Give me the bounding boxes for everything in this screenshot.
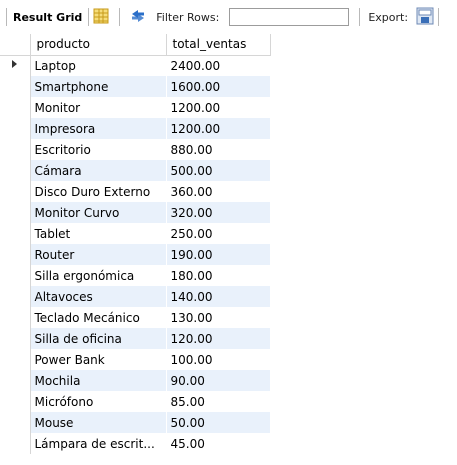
row-header[interactable] xyxy=(0,412,31,433)
cell-total-ventas[interactable]: 320.00 xyxy=(166,202,270,223)
cell-total-ventas[interactable]: 140.00 xyxy=(166,286,270,307)
cell-total-ventas[interactable]: 130.00 xyxy=(166,307,270,328)
cell-producto[interactable]: Tablet xyxy=(30,223,166,244)
cell-producto[interactable]: Lámpara de escrit... xyxy=(30,433,166,454)
table-row[interactable]: Altavoces 140.00 xyxy=(0,286,270,307)
cell-total-ventas[interactable]: 500.00 xyxy=(166,160,270,181)
grid-icon[interactable] xyxy=(93,8,109,27)
row-header[interactable] xyxy=(0,202,31,223)
cell-producto[interactable]: Silla de oficina xyxy=(30,328,166,349)
row-header[interactable] xyxy=(0,181,31,202)
header-row: producto total_ventas xyxy=(0,34,271,56)
cell-total-ventas[interactable]: 2400.00 xyxy=(166,55,270,76)
cell-total-ventas[interactable]: 90.00 xyxy=(166,370,270,391)
toolbar-separator xyxy=(88,8,90,26)
row-header[interactable] xyxy=(0,307,31,328)
refresh-arrows-icon[interactable] xyxy=(130,8,146,27)
cell-producto[interactable]: Monitor Curvo xyxy=(30,202,166,223)
row-header[interactable] xyxy=(0,118,31,139)
cell-total-ventas[interactable]: 85.00 xyxy=(166,391,270,412)
column-header-producto[interactable]: producto xyxy=(30,34,167,56)
cell-producto[interactable]: Disco Duro Externo xyxy=(30,181,166,202)
table-row[interactable]: Teclado Mecánico 130.00 xyxy=(0,307,270,328)
table-row[interactable]: Monitor Curvo 320.00 xyxy=(0,202,270,223)
table-row[interactable]: Escritorio 880.00 xyxy=(0,139,270,160)
table-row[interactable]: Silla de oficina 120.00 xyxy=(0,328,270,349)
table-row[interactable]: Impresora 1200.00 xyxy=(0,118,270,139)
cell-producto[interactable]: Mochila xyxy=(30,370,166,391)
cell-producto[interactable]: Power Bank xyxy=(30,349,166,370)
cell-total-ventas[interactable]: 1200.00 xyxy=(166,118,270,139)
table-row[interactable]: Disco Duro Externo 360.00 xyxy=(0,181,270,202)
table-row[interactable]: Power Bank 100.00 xyxy=(0,349,270,370)
toolbar-separator xyxy=(438,8,440,26)
table-row[interactable]: Silla ergonómica 180.00 xyxy=(0,265,270,286)
export-label: Export: xyxy=(368,10,409,24)
cell-producto[interactable]: Laptop xyxy=(30,55,166,76)
table-row[interactable]: Tablet 250.00 xyxy=(0,223,270,244)
row-header[interactable] xyxy=(0,97,31,118)
filter-rows-input[interactable] xyxy=(229,8,350,26)
row-header[interactable] xyxy=(0,160,31,181)
row-header-corner xyxy=(0,34,31,56)
row-header[interactable] xyxy=(0,391,31,412)
result-grid-tab[interactable]: Result Grid xyxy=(13,11,82,24)
row-header[interactable] xyxy=(0,349,31,370)
cell-total-ventas[interactable]: 880.00 xyxy=(166,139,270,160)
table-row[interactable]: Lámpara de escrit... 45.00 xyxy=(0,433,270,454)
row-header[interactable] xyxy=(0,370,31,391)
result-grid[interactable]: producto total_ventas Laptop 2400.00 Smart… xyxy=(0,34,271,454)
cell-total-ventas[interactable]: 120.00 xyxy=(166,328,270,349)
cell-producto[interactable]: Mouse xyxy=(30,412,166,433)
table-row[interactable]: Cámara 500.00 xyxy=(0,160,270,181)
row-header[interactable] xyxy=(0,286,31,307)
filter-rows-label: Filter Rows: xyxy=(156,10,220,24)
row-header[interactable] xyxy=(0,223,31,244)
toolbar-separator xyxy=(119,8,121,26)
table-row[interactable]: Laptop 2400.00 xyxy=(0,55,270,76)
row-header[interactable] xyxy=(0,76,31,97)
toolbar-separator xyxy=(359,8,361,26)
cell-producto[interactable]: Router xyxy=(30,244,166,265)
row-header[interactable] xyxy=(0,328,31,349)
cell-total-ventas[interactable]: 100.00 xyxy=(166,349,270,370)
cell-producto[interactable]: Smartphone xyxy=(30,76,166,97)
table-row[interactable]: Monitor 1200.00 xyxy=(0,97,270,118)
cell-producto[interactable]: Altavoces xyxy=(30,286,166,307)
cell-total-ventas[interactable]: 250.00 xyxy=(166,223,270,244)
cell-producto[interactable]: Impresora xyxy=(30,118,166,139)
table-row[interactable]: Mochila 90.00 xyxy=(0,370,270,391)
table-row[interactable]: Router 190.00 xyxy=(0,244,270,265)
cell-producto[interactable]: Cámara xyxy=(30,160,166,181)
result-toolbar: Result Grid Filter Rows: Export: xyxy=(0,0,457,34)
cell-total-ventas[interactable]: 1600.00 xyxy=(166,76,270,97)
toolbar-separator xyxy=(6,8,7,26)
row-header[interactable] xyxy=(0,139,31,160)
cell-producto[interactable]: Silla ergonómica xyxy=(30,265,166,286)
cell-total-ventas[interactable]: 190.00 xyxy=(166,244,270,265)
cell-producto[interactable]: Teclado Mecánico xyxy=(30,307,166,328)
cell-producto[interactable]: Escritorio xyxy=(30,139,166,160)
current-row-arrow-icon xyxy=(12,60,18,69)
cell-total-ventas[interactable]: 1200.00 xyxy=(166,97,270,118)
row-header[interactable] xyxy=(0,433,31,454)
cell-total-ventas[interactable]: 360.00 xyxy=(166,181,270,202)
cell-total-ventas[interactable]: 45.00 xyxy=(166,433,270,454)
row-header[interactable] xyxy=(0,244,31,265)
table-row[interactable]: Mouse 50.00 xyxy=(0,412,270,433)
cell-producto[interactable]: Monitor xyxy=(30,97,166,118)
result-table: producto total_ventas Laptop 2400.00 Smart… xyxy=(0,34,271,454)
row-header[interactable] xyxy=(0,265,31,286)
table-row[interactable]: Micrófono 85.00 xyxy=(0,391,270,412)
cell-total-ventas[interactable]: 180.00 xyxy=(166,265,270,286)
column-header-total-ventas[interactable]: total_ventas xyxy=(166,34,271,56)
cell-total-ventas[interactable]: 50.00 xyxy=(166,412,270,433)
cell-producto[interactable]: Micrófono xyxy=(30,391,166,412)
row-header[interactable] xyxy=(0,55,31,76)
export-grid-icon[interactable] xyxy=(416,7,434,28)
table-row[interactable]: Smartphone 1600.00 xyxy=(0,76,270,97)
